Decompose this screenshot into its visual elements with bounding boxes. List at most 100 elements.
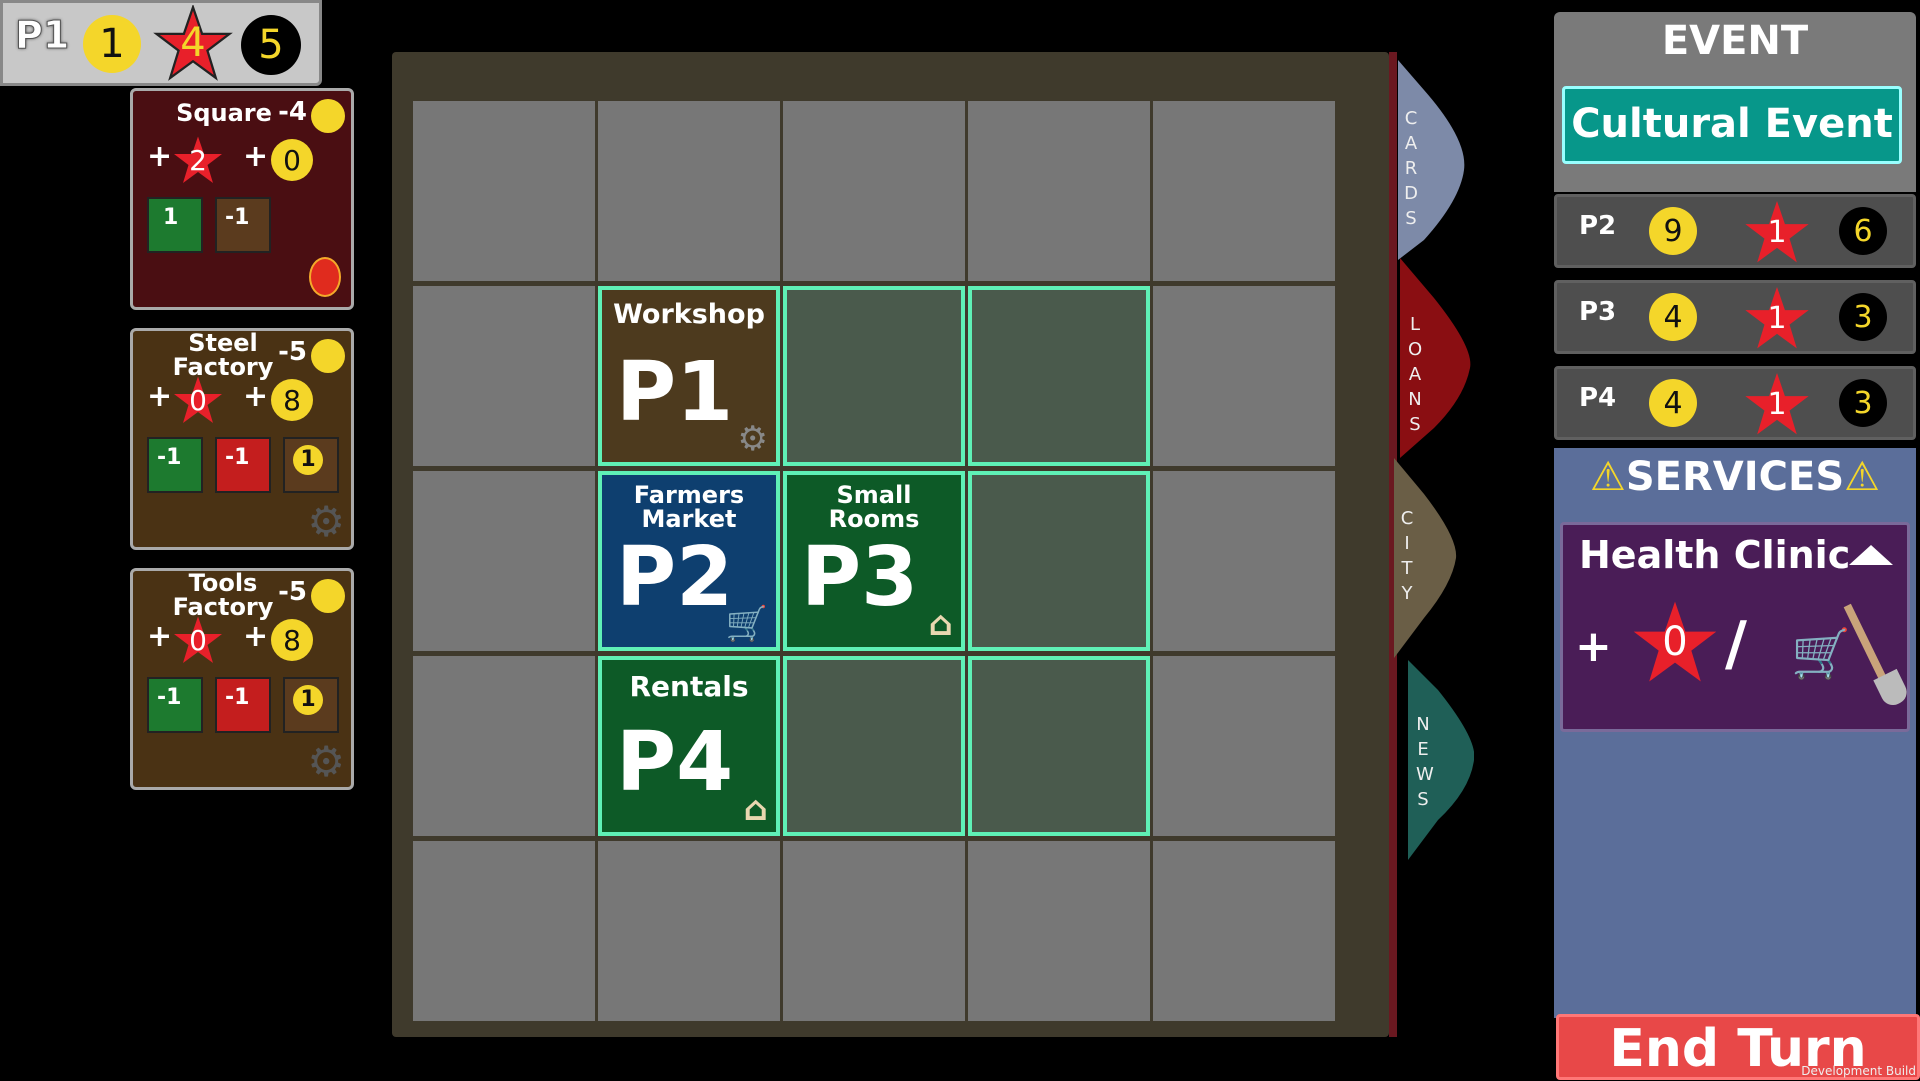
plus-star: 2 [171,135,225,185]
building-tile-farmers-market[interactable]: Farmers Market P2 🛒 [598,471,780,651]
player-label: P3 [1579,297,1617,327]
city-board: Workshop P1 ⚙ Farmers Market P2 🛒 Small … [392,52,1389,1037]
warning-icon: ⚠ [1590,454,1626,500]
tab-label: NEWS [1416,714,1434,810]
player-status-bar: P1 1 4 5 [0,0,322,86]
slash: / [1725,609,1747,679]
mini-card: 1 [147,197,203,253]
black-counter: 3 [1839,379,1887,427]
building-name: Workshop [613,299,765,330]
plus-sign: + [147,139,173,174]
plus-sign: + [147,619,173,654]
building-tile-rentals[interactable]: Rentals P4 ⌂ [598,656,780,836]
board-cell[interactable] [783,841,965,1021]
tab-city[interactable]: CITY [1394,458,1474,658]
tab-news[interactable]: NEWS [1394,660,1474,860]
star-counter: 1 [1741,199,1813,265]
cart-icon: 🛒 [1791,626,1851,682]
board-cell-available[interactable] [783,656,965,836]
board-cell[interactable] [413,841,595,1021]
board-cell[interactable] [1153,841,1335,1021]
build-card-square[interactable]: Square -4 + 2 + 0 1 -1 [130,88,354,310]
plus-star: 0 [171,375,225,425]
plus-sign: + [147,379,173,414]
gear-icon: ⚙ [737,419,768,459]
player-row-p3: P3 4 1 3 [1554,280,1916,354]
build-card-steel-factory[interactable]: Steel Factory -5 + 0 + 8 -1 -1 1 ⚙ [130,328,354,550]
board-cell[interactable] [1153,656,1335,836]
building-name: Small Rooms [828,481,920,533]
board-cell[interactable] [968,841,1150,1021]
card-cost: -5 [278,337,307,367]
building-owner: P4 [616,715,734,810]
event-card-button[interactable]: Cultural Event [1562,86,1902,164]
tab-label: LOANS [1408,314,1423,435]
board-cell-available[interactable] [968,656,1150,836]
tab-cards[interactable]: CARDS [1394,60,1474,260]
tab-label: CITY [1400,508,1414,604]
board-cell[interactable] [413,101,595,281]
build-card-tools-factory[interactable]: Tools Factory -5 + 0 + 8 -1 -1 1 ⚙ [130,568,354,790]
player-row-p4: P4 4 1 3 [1554,366,1916,440]
black-counter: 5 [241,15,301,75]
cart-icon: 🛒 [725,604,768,644]
chevron-up-icon[interactable] [1849,545,1893,565]
board-cell-available[interactable] [968,471,1150,651]
dev-build-label: Development Build [1801,1064,1916,1078]
board-cell[interactable] [598,101,780,281]
plus-sign: + [243,379,269,414]
gear-icon: ⚙ [307,737,345,786]
plus-coin: 8 [271,379,313,421]
plus-sign: + [1575,621,1612,672]
right-panel: EVENT Cultural Event P2 9 1 6 P3 4 1 3 P… [1554,12,1920,1080]
building-owner: P3 [801,530,919,625]
coin-counter: 1 [83,15,141,73]
building-tile-small-rooms[interactable]: Small Rooms P3 ⌂ [783,471,965,651]
player-label: P1 [14,13,70,58]
building-owner: P2 [616,530,734,625]
building-name: Farmers Market [633,481,745,533]
house-icon: ⌂ [743,789,768,829]
plus-star: 0 [171,615,225,665]
mini-card: -1 [147,437,203,493]
building-name: Rentals [629,670,749,703]
service-card-health-clinic[interactable]: Health Clinic + 0 / 🛒 [1560,522,1911,732]
board-cell[interactable] [968,101,1150,281]
tab-loans[interactable]: LOANS [1394,258,1474,458]
house-icon: ⌂ [928,604,953,644]
board-cell[interactable] [413,656,595,836]
gear-icon: ⚙ [307,497,345,546]
player-label: P2 [1579,211,1617,241]
plus-coin: 8 [271,619,313,661]
board-cell[interactable] [1153,101,1335,281]
coin-counter: 4 [1649,293,1697,341]
building-tile-workshop[interactable]: Workshop P1 ⚙ [598,286,780,466]
star-counter: 1 [1741,371,1813,437]
warning-icon: ⚠ [1844,454,1880,500]
player-row-p2: P2 9 1 6 [1554,194,1916,268]
event-header: EVENT [1554,12,1916,70]
building-owner: P1 [616,345,734,440]
black-counter: 6 [1839,207,1887,255]
board-cell-available[interactable] [783,286,965,466]
coin-counter: 4 [1649,379,1697,427]
mini-card: -1 [215,197,271,253]
board-cell[interactable] [598,841,780,1021]
cost-coin-icon [311,99,345,133]
star-counter: 1 [1741,285,1813,351]
board-cell[interactable] [413,286,595,466]
black-counter: 3 [1839,293,1887,341]
player-label: P4 [1579,383,1617,413]
board-cell[interactable] [413,471,595,651]
board-cell[interactable] [1153,286,1335,466]
service-title: Health Clinic [1579,533,1851,577]
coin-counter: 9 [1649,207,1697,255]
board-cell[interactable] [783,101,965,281]
board-cell[interactable] [1153,471,1335,651]
mini-card: -1 [147,677,203,733]
plus-sign: + [243,139,269,174]
tab-label: CARDS [1404,108,1418,229]
lantern-icon [309,257,341,297]
board-cell-available[interactable] [968,286,1150,466]
mini-card: 1 [283,437,339,493]
